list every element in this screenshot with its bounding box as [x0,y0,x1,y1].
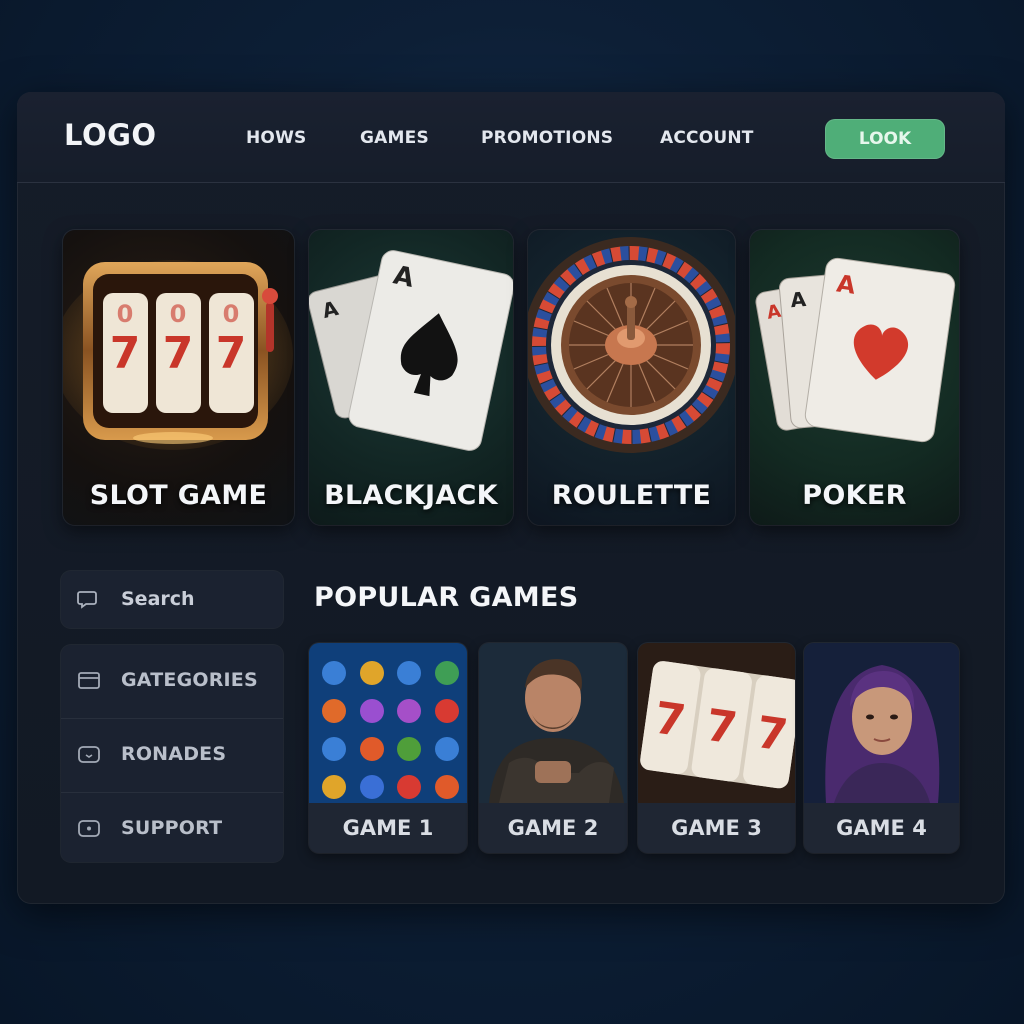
game-card-slot[interactable]: 7 7 7 0 0 0 SLOT GAME [63,230,294,525]
popular-game-label: GAME 2 [479,803,627,853]
svg-text:7: 7 [110,328,141,379]
svg-text:0: 0 [170,300,187,328]
popular-game-card-4[interactable]: GAME 4 [804,643,959,853]
game-card-label: BLACKJACK [324,480,498,511]
svg-text:A: A [789,287,807,312]
nav-link-account[interactable]: ACCOUNT [660,128,754,148]
game-card-label: ROULETTE [551,480,712,511]
sidebar-item-ronades[interactable]: RONADES [61,718,283,789]
game-card-label: SLOT GAME [89,480,268,511]
roulette-wheel-icon [528,237,735,453]
search-input[interactable]: Search [61,571,283,628]
svg-text:0: 0 [117,300,134,328]
game-card-blackjack[interactable]: A A BLACKJACK [309,230,513,525]
popular-game-label: GAME 1 [309,803,467,853]
slot-machine-icon: 7 7 7 0 0 0 [63,260,293,450]
app-window: LOGO HOWS GAMES PROMOTIONS ACCOUNT LOOK [17,92,1005,904]
woman-portrait-icon [804,643,959,803]
game-card-label: POKER [802,480,907,511]
categories-icon [78,672,100,689]
top-navbar: LOGO HOWS GAMES PROMOTIONS ACCOUNT LOOK [17,92,1005,183]
nav-link-games[interactable]: GAMES [360,128,429,148]
popular-games-heading: POPULAR GAMES [314,582,579,613]
sidebar-item-label: SUPPORT [121,817,223,839]
popular-game-card-3[interactable]: 7 7 7 GAME 3 [638,643,795,853]
sidebar-item-categories[interactable]: GATEGORIES [61,645,283,715]
sidebar-item-label: RONADES [121,743,227,765]
playing-cards-spade-icon: A A [309,250,513,451]
ronades-icon [78,746,100,763]
game-card-poker[interactable]: A A A POKER [750,230,959,525]
svg-text:0: 0 [223,300,240,328]
popular-game-label: GAME 4 [804,803,959,853]
support-icon [78,820,100,837]
nav-link-promotions[interactable]: PROMOTIONS [481,128,613,148]
svg-text:7: 7 [216,328,247,379]
page: LOGO HOWS GAMES PROMOTIONS ACCOUNT LOOK [0,0,1024,1024]
nav-link-hows[interactable]: HOWS [246,128,306,148]
game-card-roulette[interactable]: ROULETTE [528,230,735,525]
gem-match-icon [309,643,467,803]
playing-cards-heart-icon: A A A [755,257,956,443]
sidebar-item-label: GATEGORIES [121,669,258,691]
sidebar-item-support[interactable]: SUPPORT [61,792,283,863]
look-button[interactable]: LOOK [825,119,945,159]
popular-game-card-1[interactable]: GAME 1 [309,643,467,853]
warrior-portrait-icon [479,643,627,803]
svg-text:7: 7 [163,328,194,379]
sidebar-menu: GATEGORIES RONADES SUPPORT [61,645,283,862]
popular-game-label: GAME 3 [638,803,795,853]
search-placeholder: Search [121,588,195,610]
search-icon [77,591,97,609]
slot-reels-icon: 7 7 7 [638,643,795,803]
popular-game-card-2[interactable]: GAME 2 [479,643,627,853]
logo[interactable]: LOGO [64,118,157,152]
